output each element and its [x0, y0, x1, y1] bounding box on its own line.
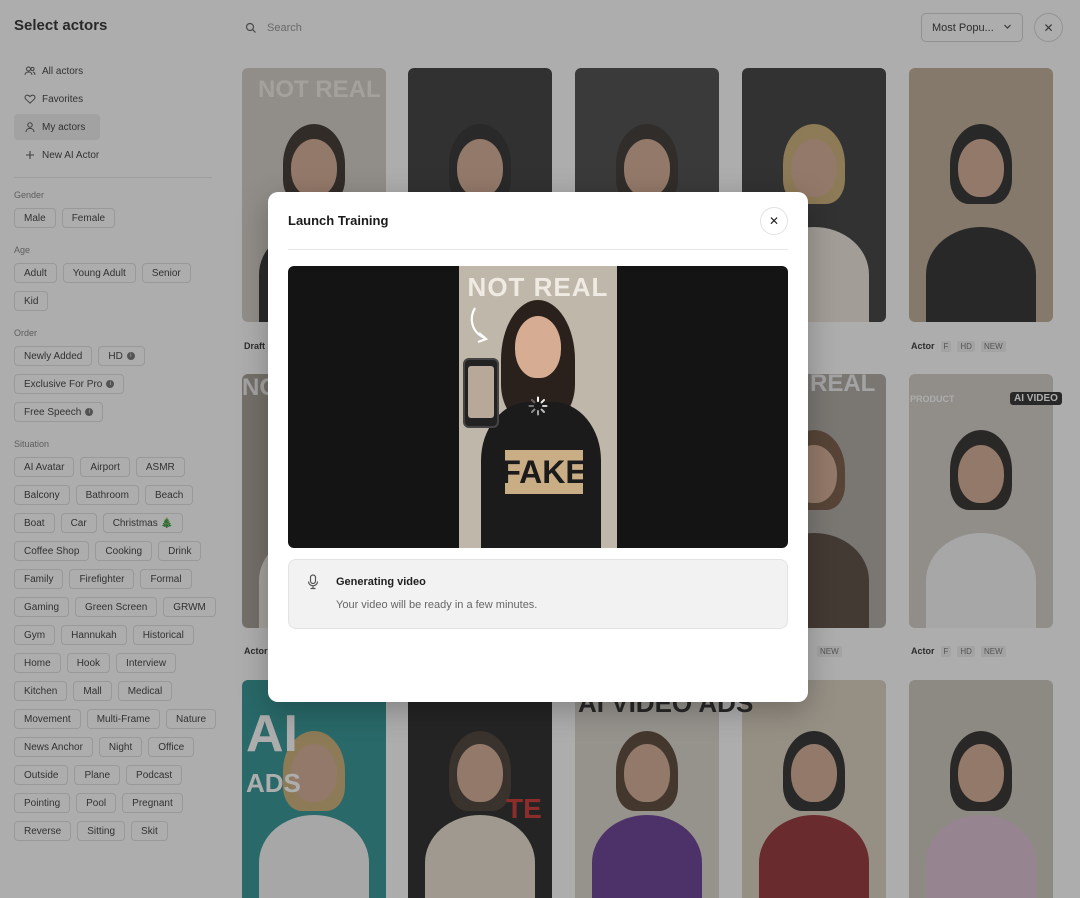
modal-divider [288, 249, 788, 250]
video-shirt-text: FAKE [501, 450, 587, 494]
phone-icon [463, 358, 499, 428]
modal-close-button[interactable]: ✕ [760, 207, 788, 235]
status-title: Generating video [336, 576, 426, 588]
phone-screen [468, 366, 494, 418]
video-person-face [515, 316, 561, 378]
video-banner-text: NOT REAL [467, 272, 609, 302]
microphone-icon [306, 574, 320, 590]
close-icon: ✕ [768, 214, 780, 228]
video-preview: NOT REAL FAKE [288, 266, 788, 548]
status-subtitle: Your video will be ready in a few minute… [336, 599, 538, 611]
generation-status: Generating video Your video will be read… [288, 559, 788, 629]
loading-spinner-icon [528, 396, 548, 416]
modal-title: Launch Training [288, 213, 389, 228]
launch-training-modal: Launch Training ✕ NOT REAL FAKE Generati… [268, 192, 808, 702]
curved-arrow-icon [467, 306, 493, 353]
